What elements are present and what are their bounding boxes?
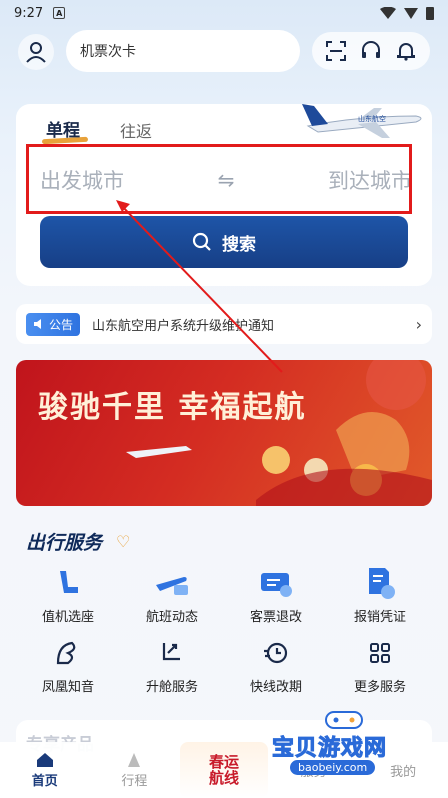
signal-icon	[404, 7, 418, 19]
airplane-image: 山东航空	[302, 104, 422, 138]
watermark-text: 宝贝游戏网	[271, 736, 388, 762]
service-label: 航班动态	[145, 610, 198, 625]
headset-icon[interactable]	[359, 39, 383, 63]
service-item[interactable]: 报销凭证	[328, 562, 432, 632]
service-item[interactable]: 值机选座	[16, 562, 120, 632]
announcement-text: 山东航空用户系统升级维护通知	[92, 318, 275, 334]
heart-icon: ♡	[116, 532, 131, 551]
service-label: 报销凭证	[353, 610, 406, 625]
scan-icon[interactable]	[324, 39, 348, 63]
service-label: 值机选座	[41, 610, 94, 625]
speaker-icon	[34, 319, 41, 329]
badge-line-2: 航线	[208, 769, 239, 787]
services-grid: 值机选座 航班动态 客票退改 报销凭证 凤凰知音 升舱服务 快线改期 更多服务	[16, 562, 432, 702]
watermark: 宝贝游戏网 baobeiy.com	[271, 708, 420, 778]
watermark-url: baobeiy.com	[290, 760, 376, 775]
badge-line-1: 春运	[208, 753, 239, 771]
search-input[interactable]: 机票次卡	[66, 30, 300, 72]
service-label: 凤凰知音	[41, 680, 94, 695]
status-time: 9:27	[14, 5, 44, 21]
service-label: 快线改期	[249, 680, 302, 695]
user-avatar-button[interactable]	[18, 34, 54, 70]
user-icon	[26, 42, 46, 63]
ticket-change-icon	[257, 566, 295, 600]
service-label: 更多服务	[353, 680, 406, 695]
section-title-services: 出行服务	[26, 532, 103, 554]
service-label: 客票退改	[249, 610, 302, 625]
status-icons	[380, 6, 434, 20]
reschedule-icon	[257, 636, 295, 670]
gamepad-icon	[325, 711, 363, 729]
battery-icon	[426, 6, 434, 20]
promo-banner[interactable]: 骏驰千里 幸福起航	[16, 360, 432, 506]
nav-home-label: 首页	[31, 773, 58, 789]
home-icon	[36, 752, 53, 767]
trip-icon	[128, 752, 141, 767]
service-item[interactable]: 更多服务	[328, 632, 432, 696]
nav-trip-label: 行程	[121, 773, 148, 789]
search-button[interactable]: 搜索	[40, 216, 408, 268]
announcement-badge: 公告	[26, 312, 81, 336]
service-item[interactable]: 凤凰知音	[16, 632, 120, 696]
top-bar: 机票次卡	[0, 28, 448, 76]
upgrade-icon	[153, 636, 191, 670]
seat-icon	[49, 566, 87, 600]
service-item[interactable]: 快线改期	[224, 632, 328, 696]
tab-round-trip[interactable]: 往返	[120, 118, 152, 142]
nav-home[interactable]: 首页	[0, 742, 90, 798]
spring-festival-route-badge[interactable]: 春运 航线	[180, 742, 268, 798]
phoenix-icon	[49, 636, 87, 670]
receipt-icon	[361, 566, 399, 600]
tab-single-trip[interactable]: 单程	[46, 116, 80, 141]
annotation-highlight-box	[26, 144, 412, 214]
notification-icon: A	[53, 7, 66, 19]
service-item[interactable]: 升舱服务	[120, 632, 224, 696]
search-button-label: 搜索	[222, 234, 256, 255]
service-item[interactable]: 航班动态	[120, 562, 224, 632]
bell-icon[interactable]	[394, 39, 418, 63]
wifi-icon	[380, 6, 396, 19]
svg-text:山东航空: 山东航空	[358, 114, 386, 123]
top-icon-group	[312, 32, 430, 70]
banner-title: 骏驰千里 幸福起航	[38, 390, 307, 425]
service-label: 升舱服务	[145, 680, 198, 695]
service-item[interactable]: 客票退改	[224, 562, 328, 632]
search-icon	[192, 232, 211, 251]
status-bar: 9:27 A	[0, 0, 448, 26]
search-input-text: 机票次卡	[80, 44, 136, 60]
flight-status-icon	[153, 566, 191, 600]
announcement-bar[interactable]: 公告 山东航空用户系统升级维护通知 ›	[16, 304, 432, 344]
nav-trip[interactable]: 行程	[90, 742, 180, 798]
chevron-right-icon: ›	[415, 314, 422, 334]
announcement-badge-label: 公告	[49, 317, 74, 332]
more-icon	[361, 636, 399, 670]
